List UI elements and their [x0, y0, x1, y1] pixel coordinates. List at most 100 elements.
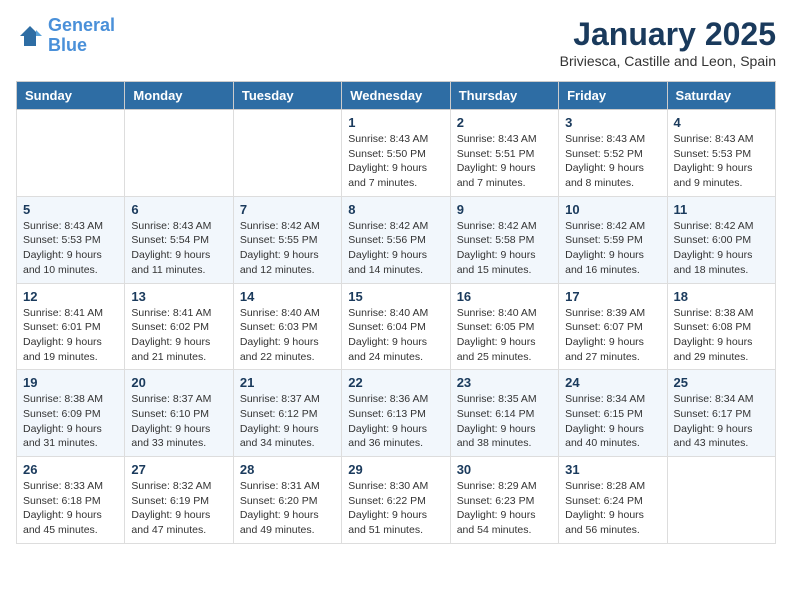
day-info: Sunrise: 8:31 AMSunset: 6:20 PMDaylight:…: [240, 479, 335, 538]
calendar-cell: 3 Sunrise: 8:43 AMSunset: 5:52 PMDaylight…: [559, 110, 667, 197]
day-info: Sunrise: 8:41 AMSunset: 6:02 PMDaylight:…: [131, 306, 226, 365]
day-info: Sunrise: 8:29 AMSunset: 6:23 PMDaylight:…: [457, 479, 552, 538]
calendar-cell: 9 Sunrise: 8:42 AMSunset: 5:58 PMDaylight…: [450, 196, 558, 283]
calendar-cell: 1Sunrise: 8:43 AMSunset: 5:50 PMDaylight…: [342, 110, 450, 197]
day-info: Sunrise: 8:42 AMSunset: 5:56 PMDaylight:…: [348, 219, 443, 278]
calendar-cell: 23 Sunrise: 8:35 AMSunset: 6:14 PMDayligh…: [450, 370, 558, 457]
day-info: Sunrise: 8:38 AMSunset: 6:08 PMDaylight:…: [674, 306, 769, 365]
day-number: 29: [348, 462, 443, 477]
weekday-header-sunday: Sunday: [17, 82, 125, 110]
day-info: Sunrise: 8:42 AMSunset: 5:58 PMDaylight:…: [457, 219, 552, 278]
week-row-2: 5Sunrise: 8:43 AMSunset: 5:53 PMDaylight…: [17, 196, 776, 283]
week-row-4: 19 Sunrise: 8:38 AMSunset: 6:09 PMDayligh…: [17, 370, 776, 457]
weekday-header-friday: Friday: [559, 82, 667, 110]
calendar-cell: 6Sunrise: 8:43 AMSunset: 5:54 PMDaylight…: [125, 196, 233, 283]
day-number: 16: [457, 289, 552, 304]
day-info: Sunrise: 8:43 AMSunset: 5:51 PMDaylight:…: [457, 132, 552, 191]
page-header: General Blue January 2025 Briviesca, Cas…: [16, 16, 776, 69]
logo-icon: [16, 22, 44, 50]
weekday-header-wednesday: Wednesday: [342, 82, 450, 110]
day-number: 31: [565, 462, 660, 477]
location-subtitle: Briviesca, Castille and Leon, Spain: [560, 53, 776, 69]
calendar-cell: [233, 110, 341, 197]
day-number: 23: [457, 375, 552, 390]
weekday-header-row: SundayMondayTuesdayWednesdayThursdayFrid…: [17, 82, 776, 110]
calendar-cell: 16 Sunrise: 8:40 AMSunset: 6:05 PMDayligh…: [450, 283, 558, 370]
calendar-cell: 27 Sunrise: 8:32 AMSunset: 6:19 PMDayligh…: [125, 457, 233, 544]
calendar-cell: 2 Sunrise: 8:43 AMSunset: 5:51 PMDaylight…: [450, 110, 558, 197]
day-info: Sunrise: 8:34 AMSunset: 6:17 PMDaylight:…: [674, 392, 769, 451]
calendar-cell: 13 Sunrise: 8:41 AMSunset: 6:02 PMDayligh…: [125, 283, 233, 370]
calendar-cell: 12Sunrise: 8:41 AMSunset: 6:01 PMDayligh…: [17, 283, 125, 370]
day-info: Sunrise: 8:43 AMSunset: 5:53 PMDaylight:…: [674, 132, 769, 191]
day-info: Sunrise: 8:37 AMSunset: 6:10 PMDaylight:…: [131, 392, 226, 451]
calendar-cell: 22Sunrise: 8:36 AMSunset: 6:13 PMDayligh…: [342, 370, 450, 457]
day-info: Sunrise: 8:34 AMSunset: 6:15 PMDaylight:…: [565, 392, 660, 451]
calendar-cell: 17Sunrise: 8:39 AMSunset: 6:07 PMDayligh…: [559, 283, 667, 370]
day-number: 10: [565, 202, 660, 217]
day-number: 20: [131, 375, 226, 390]
title-section: January 2025 Briviesca, Castille and Leo…: [560, 16, 776, 69]
day-number: 13: [131, 289, 226, 304]
calendar-cell: 14 Sunrise: 8:40 AMSunset: 6:03 PMDayligh…: [233, 283, 341, 370]
day-number: 8: [348, 202, 443, 217]
day-info: Sunrise: 8:42 AMSunset: 5:55 PMDaylight:…: [240, 219, 335, 278]
day-info: Sunrise: 8:43 AMSunset: 5:54 PMDaylight:…: [131, 219, 226, 278]
day-info: Sunrise: 8:40 AMSunset: 6:04 PMDaylight:…: [348, 306, 443, 365]
calendar-cell: 15Sunrise: 8:40 AMSunset: 6:04 PMDayligh…: [342, 283, 450, 370]
day-info: Sunrise: 8:35 AMSunset: 6:14 PMDaylight:…: [457, 392, 552, 451]
day-number: 7: [240, 202, 335, 217]
day-info: Sunrise: 8:32 AMSunset: 6:19 PMDaylight:…: [131, 479, 226, 538]
week-row-1: 1Sunrise: 8:43 AMSunset: 5:50 PMDaylight…: [17, 110, 776, 197]
day-info: Sunrise: 8:30 AMSunset: 6:22 PMDaylight:…: [348, 479, 443, 538]
day-info: Sunrise: 8:40 AMSunset: 6:05 PMDaylight:…: [457, 306, 552, 365]
calendar-cell: 20 Sunrise: 8:37 AMSunset: 6:10 PMDayligh…: [125, 370, 233, 457]
calendar-cell: 28 Sunrise: 8:31 AMSunset: 6:20 PMDayligh…: [233, 457, 341, 544]
week-row-5: 26 Sunrise: 8:33 AMSunset: 6:18 PMDayligh…: [17, 457, 776, 544]
weekday-header-tuesday: Tuesday: [233, 82, 341, 110]
day-number: 30: [457, 462, 552, 477]
logo-line1: General: [48, 15, 115, 35]
day-info: Sunrise: 8:33 AMSunset: 6:18 PMDaylight:…: [23, 479, 118, 538]
calendar-cell: 30 Sunrise: 8:29 AMSunset: 6:23 PMDayligh…: [450, 457, 558, 544]
calendar-cell: [667, 457, 775, 544]
day-number: 3: [565, 115, 660, 130]
day-info: Sunrise: 8:42 AMSunset: 6:00 PMDaylight:…: [674, 219, 769, 278]
day-number: 27: [131, 462, 226, 477]
logo: General Blue: [16, 16, 115, 56]
calendar-cell: 19 Sunrise: 8:38 AMSunset: 6:09 PMDayligh…: [17, 370, 125, 457]
day-number: 4: [674, 115, 769, 130]
calendar-cell: 10Sunrise: 8:42 AMSunset: 5:59 PMDayligh…: [559, 196, 667, 283]
weekday-header-monday: Monday: [125, 82, 233, 110]
day-number: 24: [565, 375, 660, 390]
day-info: Sunrise: 8:43 AMSunset: 5:52 PMDaylight:…: [565, 132, 660, 191]
weekday-header-thursday: Thursday: [450, 82, 558, 110]
calendar-cell: 21Sunrise: 8:37 AMSunset: 6:12 PMDayligh…: [233, 370, 341, 457]
calendar-cell: 18 Sunrise: 8:38 AMSunset: 6:08 PMDayligh…: [667, 283, 775, 370]
day-info: Sunrise: 8:43 AMSunset: 5:53 PMDaylight:…: [23, 219, 118, 278]
day-number: 26: [23, 462, 118, 477]
day-info: Sunrise: 8:40 AMSunset: 6:03 PMDaylight:…: [240, 306, 335, 365]
day-info: Sunrise: 8:36 AMSunset: 6:13 PMDaylight:…: [348, 392, 443, 451]
day-number: 2: [457, 115, 552, 130]
day-number: 18: [674, 289, 769, 304]
day-number: 21: [240, 375, 335, 390]
day-number: 14: [240, 289, 335, 304]
calendar-cell: [125, 110, 233, 197]
day-number: 17: [565, 289, 660, 304]
day-number: 19: [23, 375, 118, 390]
day-info: Sunrise: 8:38 AMSunset: 6:09 PMDaylight:…: [23, 392, 118, 451]
weekday-header-saturday: Saturday: [667, 82, 775, 110]
calendar-cell: 7 Sunrise: 8:42 AMSunset: 5:55 PMDaylight…: [233, 196, 341, 283]
day-number: 28: [240, 462, 335, 477]
day-number: 11: [674, 202, 769, 217]
day-number: 9: [457, 202, 552, 217]
calendar-table: SundayMondayTuesdayWednesdayThursdayFrid…: [16, 81, 776, 544]
logo-line2: Blue: [48, 35, 87, 55]
calendar-cell: 24 Sunrise: 8:34 AMSunset: 6:15 PMDayligh…: [559, 370, 667, 457]
calendar-cell: 11 Sunrise: 8:42 AMSunset: 6:00 PMDayligh…: [667, 196, 775, 283]
day-number: 12: [23, 289, 118, 304]
day-number: 1: [348, 115, 443, 130]
calendar-cell: 8 Sunrise: 8:42 AMSunset: 5:56 PMDaylight…: [342, 196, 450, 283]
calendar-cell: 29 Sunrise: 8:30 AMSunset: 6:22 PMDayligh…: [342, 457, 450, 544]
